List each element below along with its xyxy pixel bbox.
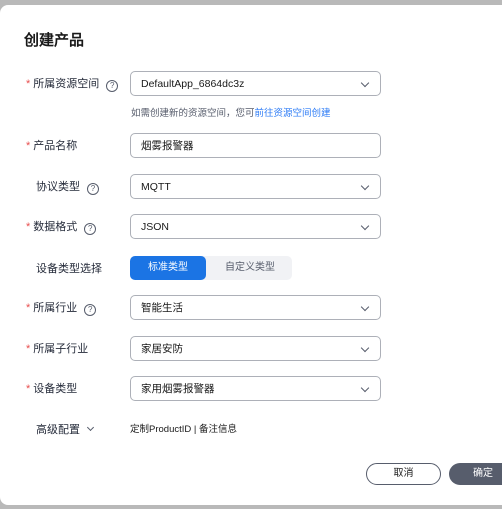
- chevron-down-icon: [86, 423, 95, 432]
- advanced-row: 高级配置 定制ProductID | 备注信息: [0, 417, 502, 443]
- custom-type-option[interactable]: 自定义类型: [210, 256, 290, 280]
- resource-space-row: * 所属资源空间? DefaultApp_6864dc3z: [0, 71, 502, 97]
- advanced-summary: 定制ProductID | 备注信息: [130, 424, 237, 435]
- device-type-row: * 设备类型 家用烟雾报警器: [0, 376, 502, 402]
- chevron-down-icon: [360, 221, 370, 231]
- protocol-label: 协议类型?: [36, 174, 99, 200]
- help-icon[interactable]: ?: [106, 80, 119, 92]
- industry-label: * 所属行业?: [26, 295, 97, 321]
- sub-industry-label: * 所属子行业: [26, 343, 89, 355]
- resource-space-label: * 所属资源空间?: [26, 71, 119, 97]
- resource-space-select[interactable]: DefaultApp_6864dc3z: [130, 71, 381, 96]
- product-name-label: * 产品名称: [26, 140, 78, 152]
- help-icon[interactable]: ?: [84, 223, 97, 235]
- chevron-down-icon: [360, 78, 370, 88]
- protocol-row: 协议类型? MQTT: [0, 174, 502, 200]
- device-type-select-label: 设备类型选择: [36, 263, 102, 275]
- device-type-label: * 设备类型: [26, 383, 78, 395]
- device-type-select[interactable]: 家用烟雾报警器: [130, 376, 381, 401]
- industry-row: * 所属行业? 智能生活: [0, 295, 502, 321]
- chevron-down-icon: [360, 181, 370, 191]
- device-type-segmented: 标准类型 自定义类型: [130, 256, 292, 280]
- help-icon[interactable]: ?: [84, 304, 97, 316]
- data-format-row: * 数据格式? JSON: [0, 214, 502, 240]
- data-format-select[interactable]: JSON: [130, 214, 381, 239]
- confirm-button[interactable]: 确定: [449, 463, 502, 485]
- product-name-input[interactable]: 烟雾报警器: [130, 133, 381, 158]
- sub-industry-select[interactable]: 家居安防: [130, 336, 381, 361]
- device-type-select-row: 设备类型选择 标准类型 自定义类型: [0, 256, 502, 282]
- data-format-label: * 数据格式?: [26, 214, 97, 240]
- chevron-down-icon: [360, 383, 370, 393]
- advanced-toggle[interactable]: 高级配置: [36, 417, 95, 443]
- industry-select[interactable]: 智能生活: [130, 295, 381, 320]
- product-name-row: * 产品名称 烟雾报警器: [0, 133, 502, 159]
- cancel-button[interactable]: 取消: [366, 463, 441, 485]
- dialog-title: 创建产品: [24, 32, 85, 49]
- sub-industry-row: * 所属子行业 家居安防: [0, 336, 502, 362]
- chevron-down-icon: [360, 302, 370, 312]
- create-resource-space-link[interactable]: 前往资源空间创建: [255, 108, 331, 119]
- resource-space-hint: 如需创建新的资源空间，您可前往资源空间创建: [131, 108, 331, 119]
- create-product-dialog: 创建产品 * 所属资源空间? DefaultApp_6864dc3z 如需创建新的…: [0, 5, 502, 505]
- required-mark: *: [26, 78, 31, 90]
- standard-type-option[interactable]: 标准类型: [130, 256, 206, 280]
- help-icon[interactable]: ?: [87, 183, 99, 195]
- chevron-down-icon: [360, 343, 370, 353]
- protocol-select[interactable]: MQTT: [130, 174, 381, 199]
